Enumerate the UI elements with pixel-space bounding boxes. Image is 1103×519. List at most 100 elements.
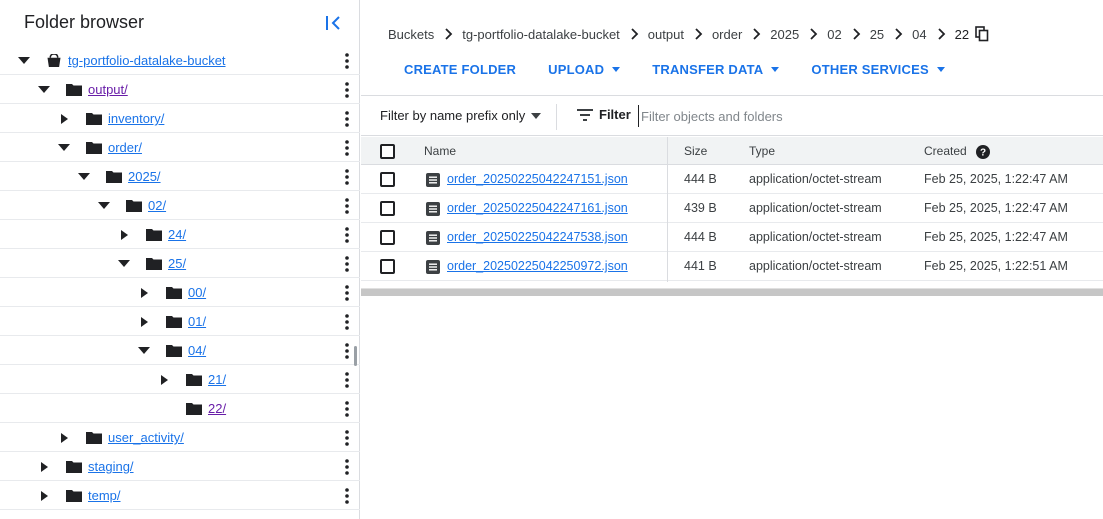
more-vert-icon[interactable] [340, 371, 354, 389]
caret-right-icon[interactable] [138, 288, 150, 298]
caret-right-icon[interactable] [58, 114, 70, 124]
caret-right-icon[interactable] [58, 433, 70, 443]
object-name-link[interactable]: order_20250225042247151.json [447, 172, 628, 186]
tree-item[interactable]: order/ [0, 133, 360, 162]
tree-item-label[interactable]: 22/ [208, 401, 226, 416]
tree-item-label[interactable]: order/ [108, 140, 142, 155]
caret-down-icon[interactable] [38, 85, 50, 95]
more-vert-icon[interactable] [340, 52, 354, 70]
more-vert-icon[interactable] [340, 342, 354, 360]
tree-item[interactable]: staging/ [0, 452, 360, 481]
caret-down-icon[interactable] [98, 201, 110, 211]
tree-item-label[interactable]: 21/ [208, 372, 226, 387]
tree-item-label[interactable]: temp/ [88, 488, 121, 503]
object-name-link[interactable]: order_20250225042250972.json [447, 259, 628, 273]
breadcrumb-link[interactable]: order [712, 27, 742, 42]
tree-item-label[interactable]: tg-portfolio-datalake-bucket [68, 53, 226, 68]
tree-item[interactable]: 25/ [0, 249, 360, 278]
tree-item-label[interactable]: 02/ [148, 198, 166, 213]
more-vert-icon[interactable] [340, 487, 354, 505]
filter-input[interactable] [638, 105, 1078, 127]
tree-item[interactable]: 24/ [0, 220, 360, 249]
breadcrumb-link[interactable]: 2025 [770, 27, 799, 42]
column-header-type[interactable]: Type [749, 144, 775, 158]
breadcrumb-link[interactable]: tg-portfolio-datalake-bucket [462, 27, 620, 42]
select-all-checkbox[interactable] [380, 144, 395, 159]
caret-right-icon[interactable] [118, 230, 130, 240]
caret-right-icon[interactable] [38, 491, 50, 501]
table-row[interactable]: order_20250225042247538.json 444 B applica… [361, 223, 1103, 252]
tree-item[interactable]: output/ [0, 75, 360, 104]
transfer-data-button[interactable]: TRANSFER DATA [652, 62, 780, 77]
more-vert-icon[interactable] [340, 110, 354, 128]
tree-item-label[interactable]: user_activity/ [108, 430, 184, 445]
breadcrumb-link[interactable]: 04 [912, 27, 926, 42]
more-vert-icon[interactable] [340, 400, 354, 418]
horizontal-scrollbar[interactable] [361, 288, 1103, 296]
table-row[interactable]: order_20250225042247151.json 444 B applica… [361, 165, 1103, 194]
help-icon[interactable]: ? [976, 144, 991, 159]
copy-icon[interactable] [975, 26, 989, 42]
table-row[interactable]: order_20250225042247161.json 439 B applica… [361, 194, 1103, 223]
tree-item[interactable]: 01/ [0, 307, 360, 336]
tree-item[interactable]: temp/ [0, 481, 360, 510]
upload-button[interactable]: UPLOAD [548, 62, 621, 77]
tree-item[interactable]: 2025/ [0, 162, 360, 191]
more-vert-icon[interactable] [340, 168, 354, 186]
tree-item-label[interactable]: output/ [88, 82, 128, 97]
filter-button[interactable]: Filter [577, 107, 631, 122]
row-checkbox[interactable] [380, 230, 395, 245]
breadcrumb-link[interactable]: output [648, 27, 684, 42]
more-vert-icon[interactable] [340, 226, 354, 244]
tree-item-label[interactable]: inventory/ [108, 111, 164, 126]
tree-scrollbar[interactable] [354, 346, 357, 366]
tree-item-label[interactable]: 00/ [188, 285, 206, 300]
tree-item[interactable]: tg-portfolio-datalake-bucket [0, 46, 360, 75]
collapse-panel-icon[interactable] [322, 12, 344, 34]
more-vert-icon[interactable] [340, 139, 354, 157]
caret-right-icon[interactable] [138, 317, 150, 327]
caret-down-icon[interactable] [118, 259, 130, 269]
more-vert-icon[interactable] [340, 458, 354, 476]
tree-item-label[interactable]: 24/ [168, 227, 186, 242]
tree-item[interactable]: 02/ [0, 191, 360, 220]
tree-item-label[interactable]: 04/ [188, 343, 206, 358]
more-vert-icon[interactable] [340, 429, 354, 447]
row-checkbox[interactable] [380, 201, 395, 216]
tree-item-label[interactable]: staging/ [88, 459, 134, 474]
caret-down-icon[interactable] [138, 346, 150, 356]
caret-down-icon[interactable] [58, 143, 70, 153]
tree-item[interactable]: inventory/ [0, 104, 360, 133]
tree-item-label[interactable]: 2025/ [128, 169, 161, 184]
column-header-name[interactable]: Name [424, 144, 456, 158]
more-vert-icon[interactable] [340, 255, 354, 273]
breadcrumb-link[interactable]: 02 [827, 27, 841, 42]
tree-item-label[interactable]: 25/ [168, 256, 186, 271]
row-checkbox[interactable] [380, 259, 395, 274]
tree-item[interactable]: 00/ [0, 278, 360, 307]
breadcrumb-link[interactable]: 25 [870, 27, 884, 42]
more-vert-icon[interactable] [340, 197, 354, 215]
more-vert-icon[interactable] [340, 313, 354, 331]
breadcrumb-link[interactable]: Buckets [388, 27, 434, 42]
caret-right-icon[interactable] [38, 462, 50, 472]
more-vert-icon[interactable] [340, 284, 354, 302]
filter-mode-select[interactable]: Filter by name prefix only [380, 108, 542, 123]
tree-item[interactable]: 22/ [0, 394, 360, 423]
caret-down-icon[interactable] [18, 56, 30, 66]
row-checkbox[interactable] [380, 172, 395, 187]
caret-right-icon[interactable] [158, 375, 170, 385]
more-vert-icon[interactable] [340, 81, 354, 99]
create-folder-button[interactable]: CREATE FOLDER [404, 62, 516, 77]
tree-item[interactable]: 21/ [0, 365, 360, 394]
caret-down-icon[interactable] [78, 172, 90, 182]
tree-item[interactable]: user_activity/ [0, 423, 360, 452]
tree-item-label[interactable]: 01/ [188, 314, 206, 329]
table-row[interactable]: order_20250225042250972.json 441 B applica… [361, 252, 1103, 281]
tree-item[interactable]: 04/ [0, 336, 360, 365]
column-header-created[interactable]: Created ? [924, 144, 991, 159]
object-name-link[interactable]: order_20250225042247161.json [447, 201, 628, 215]
column-header-size[interactable]: Size [684, 144, 707, 158]
other-services-button[interactable]: OTHER SERVICES [811, 62, 945, 77]
object-name-link[interactable]: order_20250225042247538.json [447, 230, 628, 244]
